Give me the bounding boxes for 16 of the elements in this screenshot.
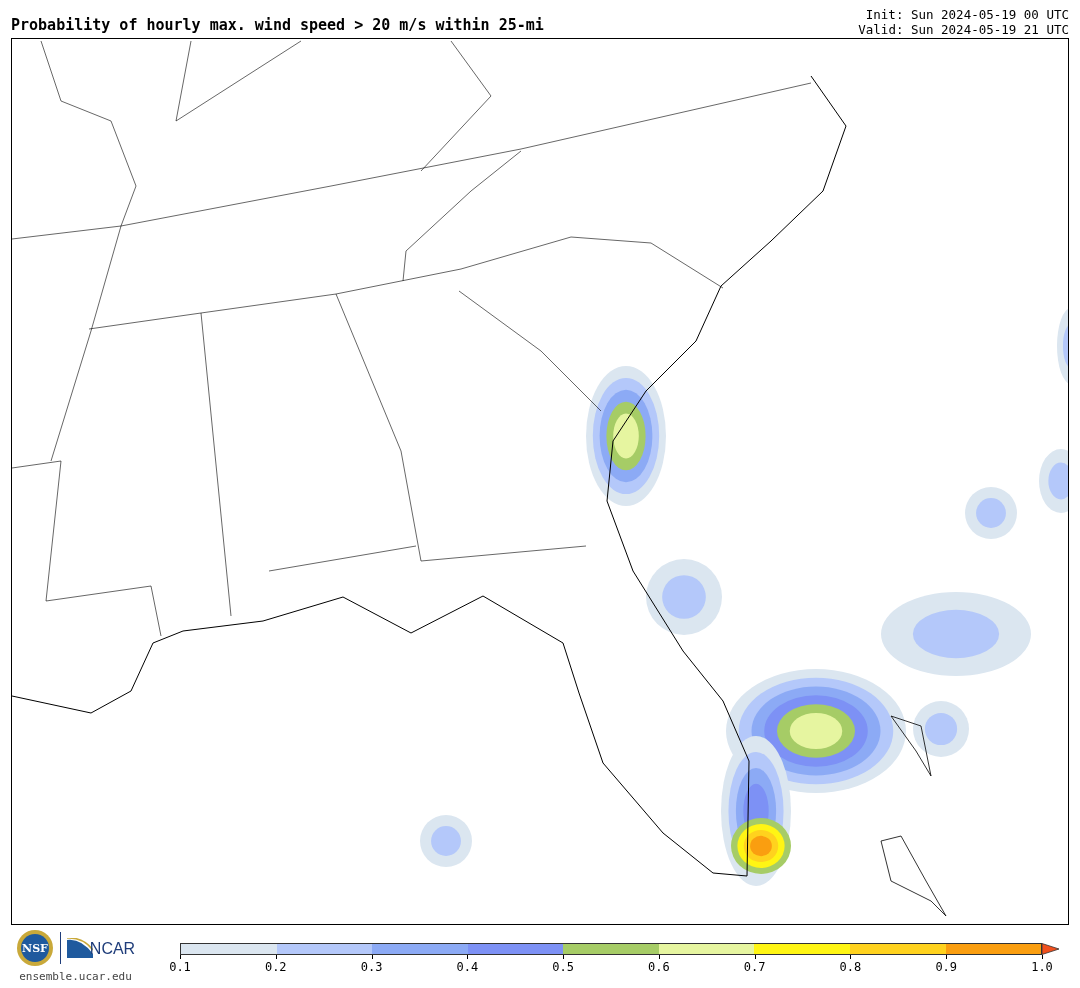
- tick-label: 0.7: [743, 960, 766, 974]
- tick-label: 0.3: [360, 960, 383, 974]
- tick-label: 0.6: [648, 960, 670, 974]
- tick-label: 0.5: [552, 960, 574, 974]
- nsf-logo: NSF: [15, 929, 54, 967]
- init-time: Init: Sun 2024-05-19 00 UTC: [865, 7, 1069, 22]
- tick-label: 0.1: [169, 960, 191, 974]
- valid-time: Valid: Sun 2024-05-19 21 UTC: [858, 22, 1069, 37]
- ncar-logo: NCAR: [66, 938, 136, 958]
- chart-title: Probability of hourly max. wind speed > 20 m/s within 25-mi: [11, 16, 544, 34]
- site-url: ensemble.ucar.edu: [19, 969, 132, 985]
- tick-label: 0.2: [264, 960, 287, 974]
- tick-label: 0.9: [935, 960, 958, 974]
- tick-label: 0.8: [839, 960, 862, 974]
- tick-label: 0.4: [456, 960, 479, 974]
- tick-label: 1.0: [1031, 960, 1053, 974]
